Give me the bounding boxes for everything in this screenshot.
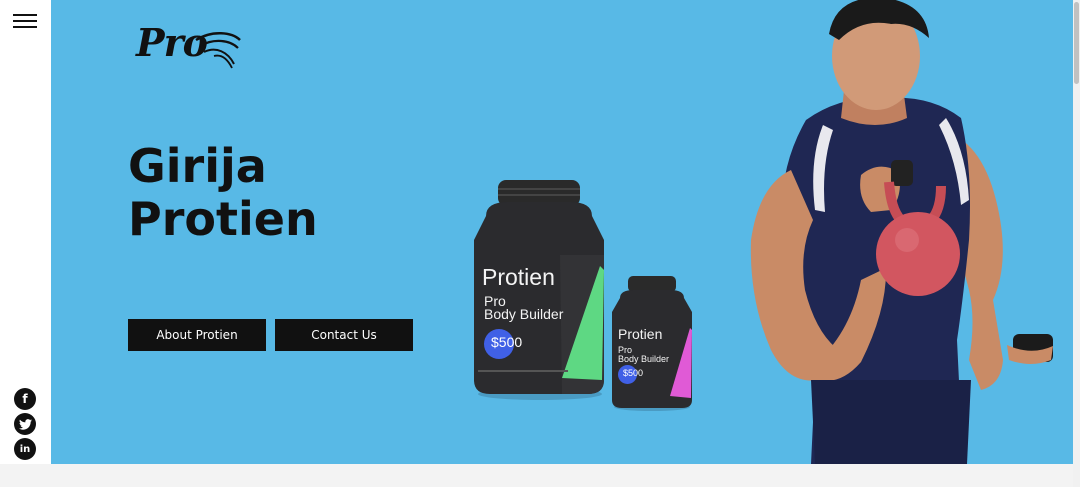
scrollbar-thumb[interactable]	[1074, 2, 1079, 84]
logo[interactable]: Pro	[136, 18, 246, 70]
hamburger-icon[interactable]	[13, 13, 37, 29]
athlete-image	[750, 0, 1053, 464]
page: f in Pro Girija Protien About Protien Co…	[0, 0, 1080, 487]
product-jar-large: Protien Pro Body Builder $500	[470, 180, 608, 402]
about-protien-button[interactable]: About Protien	[128, 319, 266, 351]
jar-large-line2: Body Builder	[484, 306, 564, 322]
product-jar-small: Protien Pro Body Builder $500	[610, 276, 694, 412]
contact-us-button[interactable]: Contact Us	[275, 319, 413, 351]
vertical-scrollbar[interactable]	[1073, 0, 1080, 487]
hero-title-line2: Protien	[128, 192, 318, 246]
jar-small-price: $500	[623, 368, 644, 378]
twitter-icon[interactable]	[14, 413, 36, 435]
jar-small-brand: Protien	[618, 326, 663, 342]
hero-title-line1: Girija	[128, 139, 267, 193]
facebook-icon[interactable]: f	[14, 388, 36, 410]
twitter-bird-shape	[18, 418, 32, 430]
jar-large-brand: Protien	[482, 264, 555, 290]
hero-section: Pro Girija Protien About Protien Contact…	[51, 0, 1073, 464]
jar-small-line2: Body Builder	[618, 354, 670, 364]
sidebar: f in	[0, 0, 51, 464]
jar-small-shape	[612, 276, 692, 411]
jar-large-price: $500	[491, 334, 523, 350]
logo-swoosh-icon	[195, 32, 241, 69]
hero-title: Girija Protien	[128, 140, 318, 246]
linkedin-icon[interactable]: in	[14, 438, 36, 460]
jar-large-shape	[474, 180, 604, 400]
